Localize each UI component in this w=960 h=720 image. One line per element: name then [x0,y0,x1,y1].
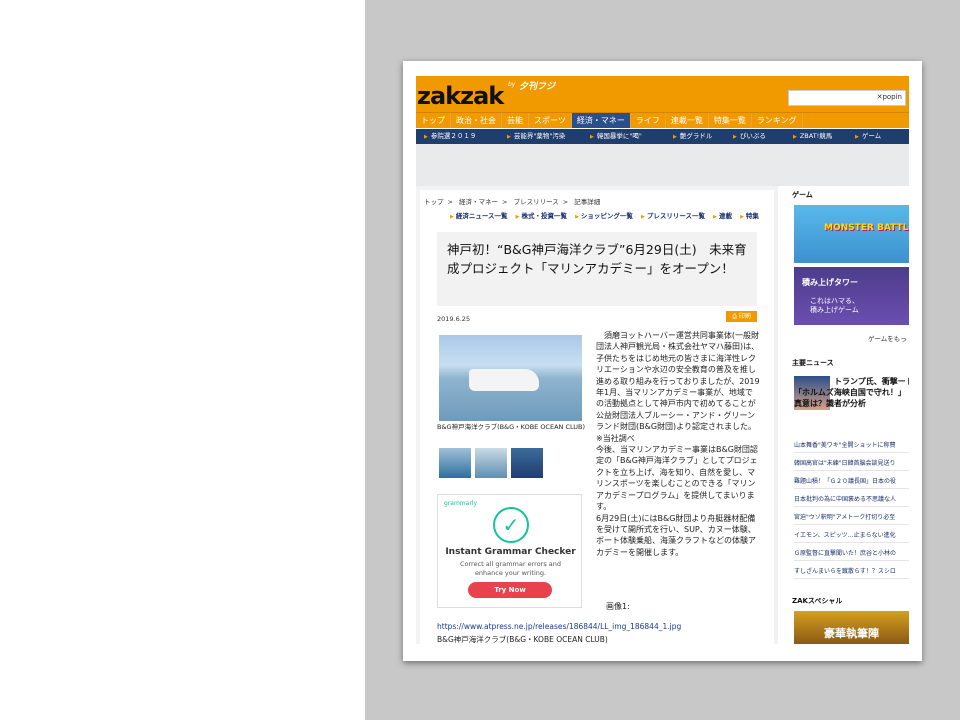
main-nav: トップ 政治・社会 芸能 スポーツ 経済・マネー ライフ 連載一覧 特集一覧 ラ… [416,112,909,128]
special-heading: ZAKスペシャル [792,597,843,605]
photo-thumbnail[interactable] [439,448,471,478]
news-item[interactable]: 韓国高官は"未練"日韓首脳会談見送り [794,456,909,471]
news-item[interactable]: Ｇ原監督に直撃聞いた！庶谷と小林の [794,546,909,561]
section-link[interactable]: プレスリリース一覧 [641,212,705,220]
nav-features[interactable]: 特集一覧 [709,113,752,128]
ad-description: Correct all grammar errors and enhance y… [459,560,562,577]
special-banner-text: 豪華執筆陣 [824,627,879,640]
image-url-link[interactable]: https://www.atpress.ne.jp/releases/18684… [437,622,681,631]
banner-placeholder [416,144,909,186]
breadcrumb-item: 記事詳細 [574,198,601,206]
photo-thumbnail[interactable] [511,448,543,478]
photo-caption: B&G神戸海洋クラブ(B&G・KOBE OCEAN CLUB) [437,423,586,431]
breadcrumb-separator: > [562,198,569,206]
game2-subtitle: これはハマる、 積み上げゲーム [810,297,859,314]
sub-nav: 参院選２０１９ 芸能界"薬物"汚染 韓国暴挙に"喝" 艶グラドル ぴいぷる ZB… [416,129,909,144]
popin-label: ✕popin [876,93,902,101]
nav-sports[interactable]: スポーツ [529,113,572,128]
try-now-button[interactable]: Try Now [468,582,552,598]
news-item[interactable]: 山本舞香"美ワキ"全開ショットに称賛 [794,438,909,453]
breadcrumb-item[interactable]: プレスリリース [514,198,559,206]
image-label: 画像1: [606,602,630,611]
photo-thumbnail[interactable] [475,448,507,478]
news-item[interactable]: すしざんまいらを蹴散らす！？スシロ [794,564,909,579]
article-title: 神戸初！“B&G神戸海洋クラブ”6月29日(土) 未来育成プロジェクト「マリンア… [447,242,747,276]
game2-title: 積み上げタワー [802,278,858,287]
site-header: zakzak by 夕刊フジ ✕popin [416,76,909,112]
section-links: 経済ニュース一覧 株式・投資一覧 ショッピング一覧 プレスリリース一覧 連載 特… [450,210,765,220]
subnav-item[interactable]: ZBAT!競馬 [785,129,847,144]
sidebar: ゲーム MONSTER BATTLE 積み上げタワー これはハマる、 積み上げゲ… [788,186,909,644]
news-heading: 主要ニュース [792,359,834,367]
nav-economy[interactable]: 経済・マネー [571,113,631,128]
breadcrumb-item[interactable]: 経済・マネー [459,198,498,206]
nav-top[interactable]: トップ [416,113,451,128]
subnav-item[interactable]: ぴいぷる [725,129,785,144]
nav-entertainment[interactable]: 芸能 [502,113,529,128]
subnav-item[interactable]: 韓国暴挙に"喝" [582,129,665,144]
nav-politics[interactable]: 政治・社会 [451,113,502,128]
article-container: トップ> 経済・マネー> プレスリリース> 記事詳細 経済ニュース一覧 株式・投… [420,190,774,644]
section-link[interactable]: 経済ニュース一覧 [450,212,508,220]
section-link[interactable]: 特集 [740,212,759,220]
print-button[interactable]: ⎙ 印刷 [726,311,757,322]
section-link[interactable]: 連載 [713,212,732,220]
logo-by: by [508,81,516,88]
nav-series[interactable]: 連載一覧 [666,113,709,128]
game-heading: ゲーム [792,191,813,199]
game-banner-tower[interactable]: 積み上げタワー これはハマる、 積み上げゲーム [794,267,909,325]
article-photo[interactable] [439,335,582,421]
news-item[interactable]: 日本批判の為に中国褒める不思議な人 [794,492,909,507]
special-banner[interactable]: 豪華執筆陣 [794,611,909,644]
breadcrumb-separator: > [502,198,508,206]
game1-title: MONSTER BATTLE [824,223,909,233]
section-link[interactable]: 株式・投資一覧 [516,212,567,220]
subnav-item[interactable]: ゲーム [847,129,907,144]
news-item[interactable]: 宮迫"ウソ釈明"アメトーク打切り必至 [794,510,909,525]
breadcrumb-item[interactable]: トップ [424,198,444,206]
article-title-box: 神戸初！“B&G神戸海洋クラブ”6月29日(土) 未来育成プロジェクト「マリンア… [437,232,757,306]
ad-brand: grammarly [444,500,478,507]
nav-life[interactable]: ライフ [631,113,666,128]
page-screenshot: zakzak by 夕刊フジ ✕popin トップ 政治・社会 芸能 スポーツ … [403,61,922,661]
printer-icon: ⎙ [732,313,739,320]
subnav-item[interactable]: 芸能界"薬物"汚染 [499,129,582,144]
logo-brand: 夕刊フジ [519,82,556,92]
subnav-item[interactable]: 艶グラドル [665,129,725,144]
game-banner-monster-battle[interactable]: MONSTER BATTLE [794,205,909,263]
news-item[interactable]: イエモン、スピッツ…止まらない進化 [794,528,909,543]
checkmark-icon: ✓ [493,507,529,543]
section-link[interactable]: ショッピング一覧 [575,212,633,220]
grammarly-ad[interactable]: grammarly ✓ Instant Grammar Checker Corr… [437,494,582,608]
boat-image [469,369,539,391]
site-logo[interactable]: zakzak [417,82,504,110]
game-more-link[interactable]: ゲームをもっ [868,333,907,343]
main-column: トップ> 経済・マネー> プレスリリース> 記事詳細 経済ニュース一覧 株式・投… [416,186,778,644]
subnav-item[interactable]: 参院選２０１９ [416,129,499,144]
article-date: 2019.6.25 [437,315,471,323]
news-item[interactable]: 難題山積！「Ｇ２０議長国」日本の役 [794,474,909,489]
ad-title: Instant Grammar Checker [445,547,576,557]
website: zakzak by 夕刊フジ ✕popin トップ 政治・社会 芸能 スポーツ … [416,76,909,644]
blank-left-panel [0,0,365,720]
nav-ranking[interactable]: ランキング [752,113,803,128]
article-body: 須磨ヨットハーバー運営共同事業体(一般財団法人神戸観光局・株式会社ヤマハ藤田)は… [596,331,760,557]
image-url-caption: B&G神戸海洋クラブ(B&G・KOBE OCEAN CLUB) [437,635,608,644]
breadcrumb: トップ > 経済・マネー > プレスリリース > 記事詳細 [424,196,604,206]
breadcrumb-separator: > [447,198,453,206]
featured-news-title: トランプ氏、衝撃ート「ホルムズ海峡自国で守れ！」 真意は？識者が分析 [794,377,909,408]
search-input[interactable]: ✕popin [788,90,906,106]
featured-news[interactable]: トランプ氏、衝撃ート「ホルムズ海峡自国で守れ！」 真意は？識者が分析 [794,374,909,436]
